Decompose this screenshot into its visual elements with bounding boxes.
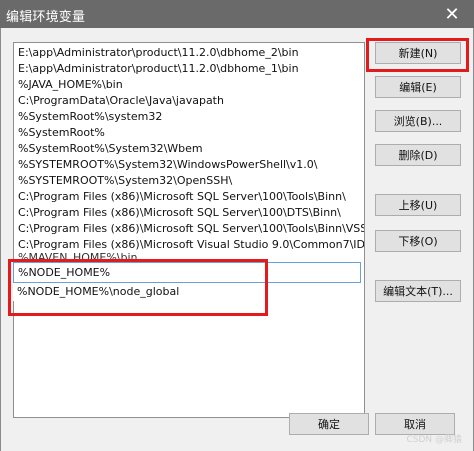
list-item[interactable]: E:\app\Administrator\product\11.2.0\dbho… [14,61,364,77]
new-button[interactable]: 新建(N) [375,42,461,64]
list-item-node-global[interactable]: %NODE_HOME%\node_global [13,283,361,301]
list-item[interactable]: C:\Program Files (x86)\Microsoft SQL Ser… [14,221,364,237]
window-title: 编辑环境变量 [6,10,86,25]
list-item[interactable]: %SystemRoot% [14,125,364,141]
list-item[interactable]: %SystemRoot%\system32 [14,109,364,125]
list-item[interactable]: C:\Program Files (x86)\Microsoft SQL Ser… [14,189,364,205]
move-up-button[interactable]: 上移(U) [375,194,461,216]
close-icon[interactable]: ✕ [440,2,464,26]
edit-environment-variable-dialog: E:\app\Administrator\product\11.2.0\dbho… [0,28,474,451]
title-bar: 编辑环境变量 ✕ [0,0,474,28]
edit-text-button[interactable]: 编辑文本(T)... [375,280,461,302]
ok-button[interactable]: 确定 [289,413,369,435]
list-item[interactable]: %SystemRoot%\System32\Wbem [14,141,364,157]
browse-button[interactable]: 浏览(B)... [375,110,461,132]
path-list[interactable]: E:\app\Administrator\product\11.2.0\dbho… [13,42,365,418]
list-item[interactable]: C:\Program Files (x86)\Microsoft SQL Ser… [14,205,364,221]
watermark: CSDN @卿猿 [406,435,462,445]
move-down-button[interactable]: 下移(O) [375,230,461,252]
list-item[interactable]: E:\app\Administrator\product\11.2.0\dbho… [14,45,364,61]
list-item[interactable]: %JAVA_HOME%\bin [14,77,364,93]
list-item[interactable]: C:\ProgramData\Oracle\Java\javapath [14,93,364,109]
list-item[interactable]: C:\Program Files (x86)\Microsoft Visual … [14,237,364,253]
path-edit-input[interactable]: %NODE_HOME% [13,262,361,283]
edit-button[interactable]: 编辑(E) [375,76,461,98]
list-item[interactable]: %SYSTEMROOT%\System32\OpenSSH\ [14,173,364,189]
delete-button[interactable]: 删除(D) [375,144,461,166]
list-item[interactable]: %SYSTEMROOT%\System32\WindowsPowerShell\… [14,157,364,173]
